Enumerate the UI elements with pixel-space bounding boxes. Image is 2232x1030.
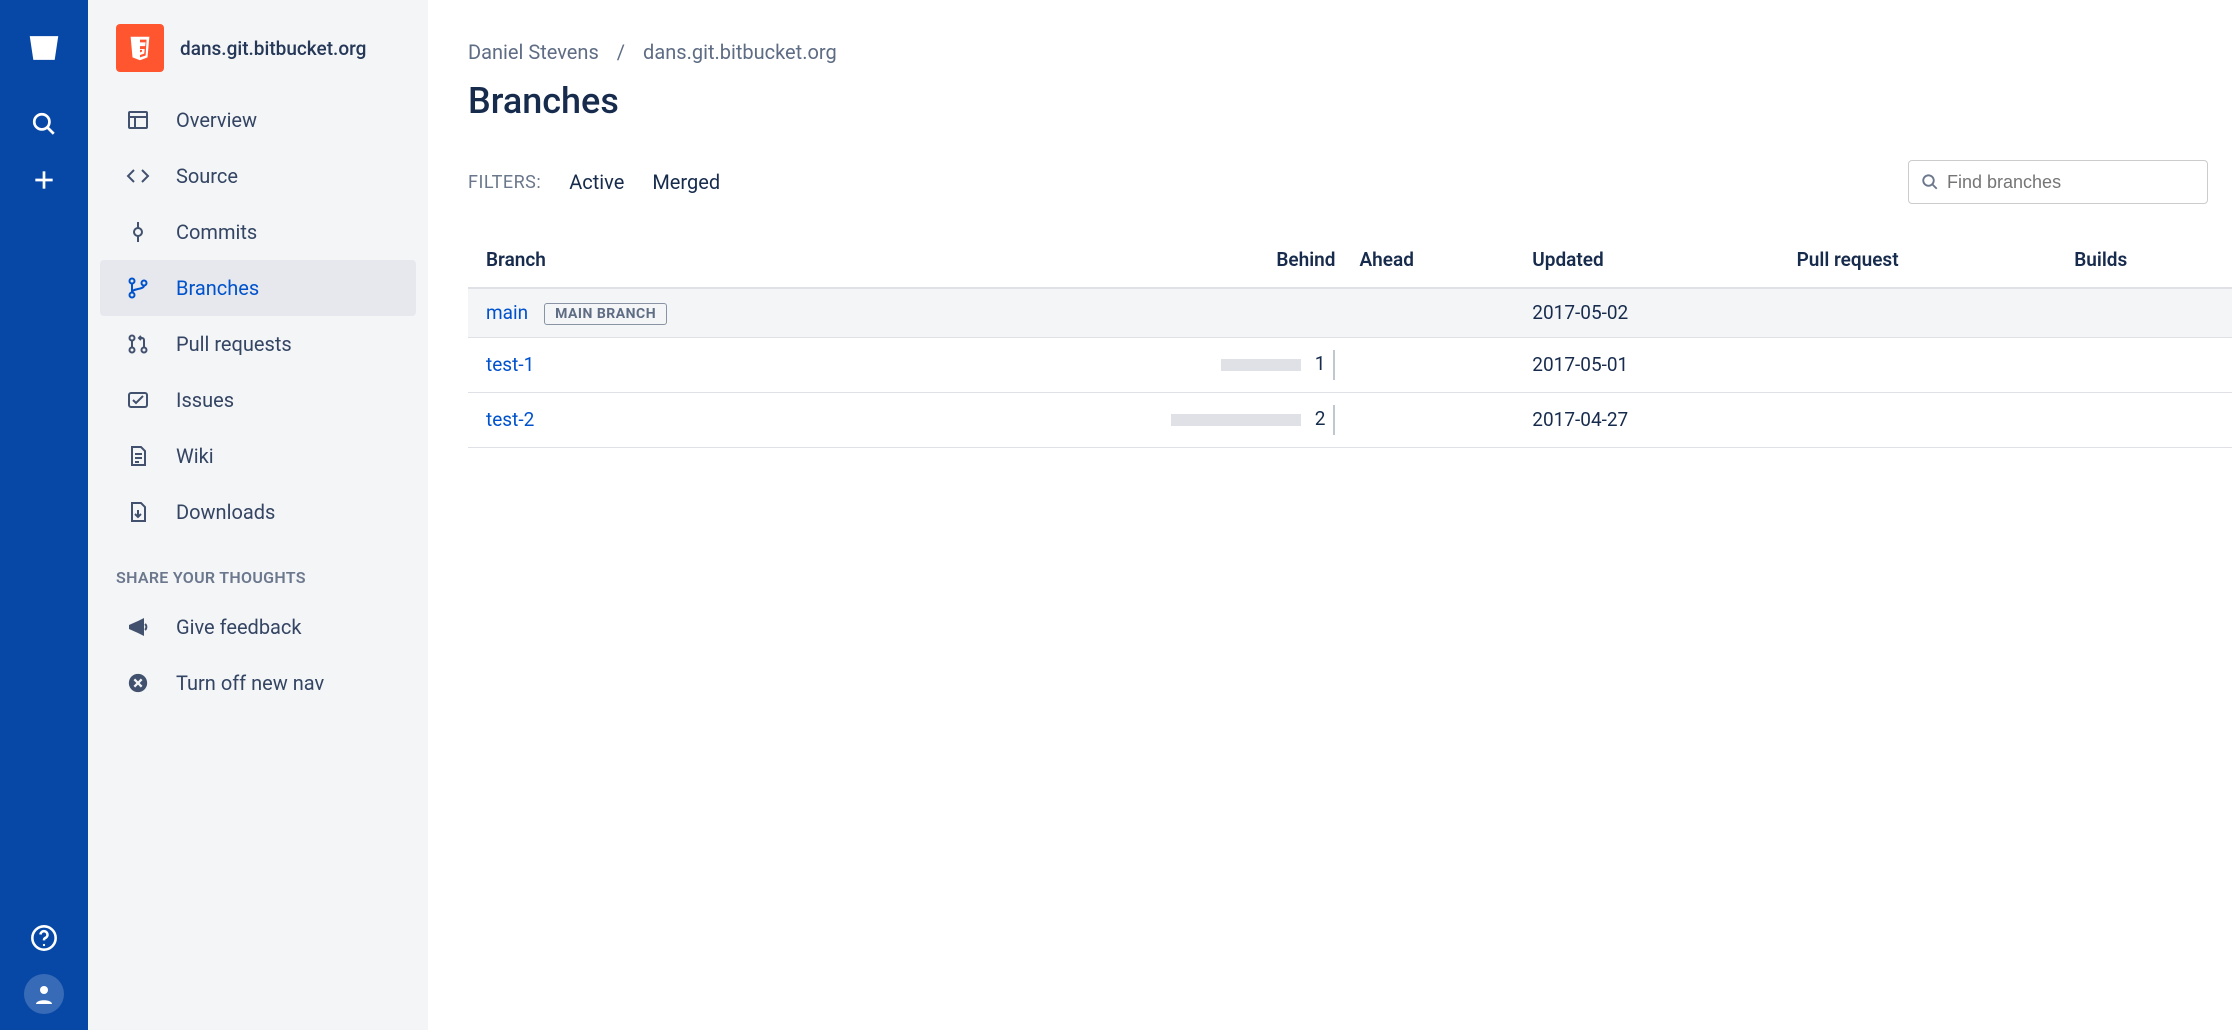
- bitbucket-logo[interactable]: [20, 24, 68, 72]
- repo-header: dans.git.bitbucket.org: [88, 24, 428, 92]
- repo-name: dans.git.bitbucket.org: [180, 37, 366, 60]
- behind-bar: [1171, 414, 1301, 426]
- global-nav: [0, 0, 88, 1030]
- sidebar-item-label: Issues: [176, 388, 234, 412]
- table-row: test-1 1 2017-05-01: [468, 337, 2232, 392]
- branch-link[interactable]: main: [486, 301, 528, 324]
- builds-cell: [2062, 392, 2232, 447]
- behind-count: 2: [1305, 407, 1325, 430]
- behind-cell: 1: [933, 337, 1347, 392]
- commits-icon: [124, 220, 152, 244]
- breadcrumb-separator: /: [617, 40, 625, 64]
- main-branch-badge: MAIN BRANCH: [544, 303, 667, 325]
- breadcrumb: Daniel Stevens / dans.git.bitbucket.org: [468, 40, 2232, 64]
- filter-active[interactable]: Active: [569, 170, 624, 194]
- branch-link[interactable]: test-1: [486, 353, 534, 376]
- branches-icon: [124, 276, 152, 300]
- builds-cell: [2062, 337, 2232, 392]
- ahead-cell: [1347, 392, 1520, 447]
- page-title: Branches: [468, 80, 2232, 122]
- sidebar-item-wiki[interactable]: Wiki: [88, 428, 428, 484]
- megaphone-icon: [124, 615, 152, 639]
- sidebar-item-source[interactable]: Source: [88, 148, 428, 204]
- sidebar-item-label: Wiki: [176, 444, 214, 468]
- pull-request-cell: [1785, 337, 2063, 392]
- table-row: test-2 2 2017-04-27: [468, 392, 2232, 447]
- sidebar-item-commits[interactable]: Commits: [88, 204, 428, 260]
- repo-sidebar: dans.git.bitbucket.org Overview Source C…: [88, 0, 428, 1030]
- sidebar-item-downloads[interactable]: Downloads: [88, 484, 428, 540]
- col-pull-request: Pull request: [1785, 234, 2063, 288]
- col-ahead: Ahead: [1347, 234, 1520, 288]
- search-branches-input[interactable]: [1947, 172, 2195, 193]
- pull-request-cell: [1785, 288, 2063, 337]
- sidebar-item-branches[interactable]: Branches: [100, 260, 416, 316]
- behind-ahead-divider: [1333, 350, 1335, 380]
- sidebar-item-label: Overview: [176, 108, 257, 132]
- sidebar-item-label: Give feedback: [176, 615, 302, 639]
- wiki-icon: [124, 444, 152, 468]
- close-circle-icon: [124, 672, 152, 694]
- help-icon[interactable]: [24, 918, 64, 958]
- behind-bar: [1221, 359, 1301, 371]
- issues-icon: [124, 388, 152, 412]
- user-avatar[interactable]: [24, 974, 64, 1014]
- sidebar-item-issues[interactable]: Issues: [88, 372, 428, 428]
- col-behind: Behind: [933, 234, 1347, 288]
- sidebar-item-label: Pull requests: [176, 332, 292, 356]
- table-row: main MAIN BRANCH 2017-05-02: [468, 288, 2232, 337]
- breadcrumb-repo[interactable]: dans.git.bitbucket.org: [643, 40, 837, 64]
- search-icon[interactable]: [20, 100, 68, 148]
- overview-icon: [124, 108, 152, 132]
- updated-cell: 2017-04-27: [1520, 392, 1784, 447]
- behind-count: 1: [1305, 352, 1325, 375]
- sidebar-item-label: Branches: [176, 276, 259, 300]
- source-icon: [124, 164, 152, 188]
- updated-cell: 2017-05-02: [1520, 288, 1784, 337]
- main-content: Daniel Stevens / dans.git.bitbucket.org …: [428, 0, 2232, 1030]
- html5-icon: [116, 24, 164, 72]
- create-icon[interactable]: [20, 156, 68, 204]
- pull-request-cell: [1785, 392, 2063, 447]
- behind-cell: 2: [933, 392, 1347, 447]
- branch-link[interactable]: test-2: [486, 408, 534, 431]
- col-updated: Updated: [1520, 234, 1784, 288]
- updated-cell: 2017-05-01: [1520, 337, 1784, 392]
- behind-ahead-divider: [1333, 405, 1335, 435]
- breadcrumb-owner[interactable]: Daniel Stevens: [468, 40, 599, 64]
- sidebar-item-label: Commits: [176, 220, 257, 244]
- sidebar-item-turn-off-nav[interactable]: Turn off new nav: [88, 655, 428, 711]
- sidebar-item-label: Turn off new nav: [176, 671, 324, 695]
- ahead-cell: [1347, 337, 1520, 392]
- filter-row: FILTERS: Active Merged: [468, 160, 2232, 204]
- section-label: SHARE YOUR THOUGHTS: [88, 540, 428, 599]
- filters-label: FILTERS:: [468, 172, 541, 193]
- downloads-icon: [124, 500, 152, 524]
- search-icon: [1921, 173, 1939, 191]
- sidebar-item-label: Downloads: [176, 500, 275, 524]
- col-builds: Builds: [2062, 234, 2232, 288]
- col-branch: Branch: [468, 234, 933, 288]
- builds-cell: [2062, 288, 2232, 337]
- ahead-cell: [1347, 288, 1520, 337]
- sidebar-item-overview[interactable]: Overview: [88, 92, 428, 148]
- search-branches-box[interactable]: [1908, 160, 2208, 204]
- sidebar-item-feedback[interactable]: Give feedback: [88, 599, 428, 655]
- behind-cell: [933, 288, 1347, 337]
- branches-table: Branch Behind Ahead Updated Pull request…: [468, 234, 2232, 448]
- sidebar-item-label: Source: [176, 164, 238, 188]
- filter-merged[interactable]: Merged: [652, 170, 720, 194]
- sidebar-item-pull-requests[interactable]: Pull requests: [88, 316, 428, 372]
- pull-requests-icon: [124, 332, 152, 356]
